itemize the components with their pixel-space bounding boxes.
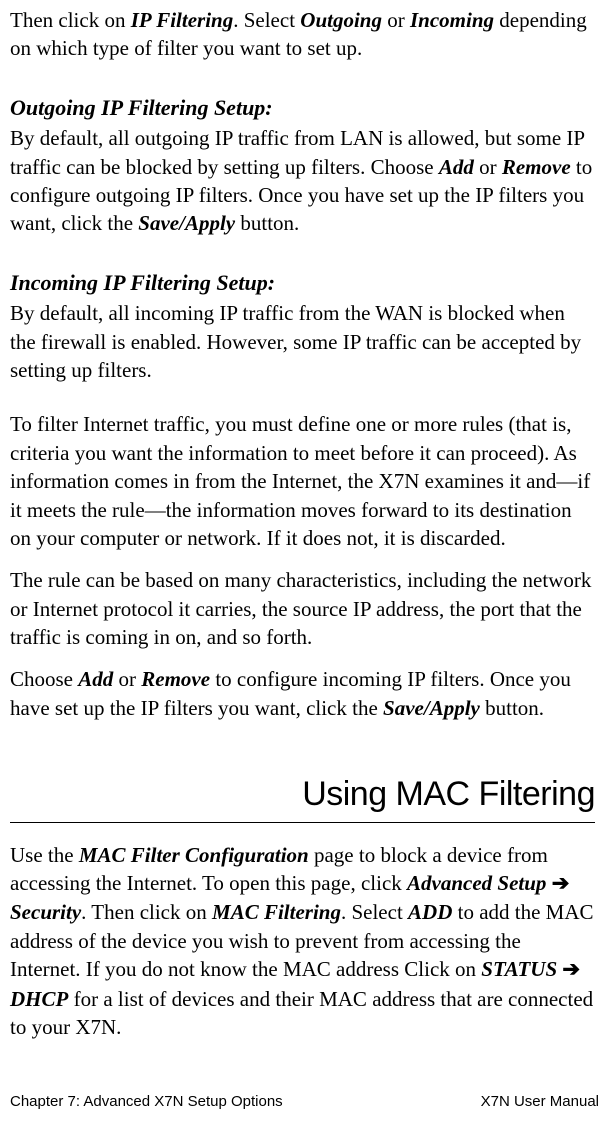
incoming-p1: By default, all incoming IP traffic from… [10, 299, 595, 384]
advanced-setup-label: Advanced Setup [407, 871, 552, 895]
text: Choose [10, 667, 78, 691]
text: . Then click on [81, 900, 212, 924]
remove-label: Remove [141, 667, 210, 691]
add-label: Add [439, 155, 474, 179]
text: . Select [233, 8, 300, 32]
incoming-label: Incoming [410, 8, 494, 32]
incoming-p3: The rule can be based on many characteri… [10, 566, 595, 651]
security-label: Security [10, 900, 81, 924]
arrow-icon: ➔ [552, 872, 570, 895]
footer-left: Chapter 7: Advanced X7N Setup Options [10, 1092, 283, 1112]
save-apply-label: Save/Apply [138, 211, 235, 235]
text: or [382, 8, 410, 32]
text: Then click on [10, 8, 131, 32]
page-footer: Chapter 7: Advanced X7N Setup Options X7… [10, 1092, 599, 1112]
dhcp-label: DHCP [10, 987, 68, 1011]
text: . Select [341, 900, 408, 924]
mac-filter-config-label: MAC Filter Configuration [79, 843, 309, 867]
title-rule [10, 822, 595, 823]
intro-paragraph: Then click on IP Filtering. Select Outgo… [10, 6, 595, 63]
outgoing-paragraph: By default, all outgoing IP traffic from… [10, 124, 595, 237]
save-apply-label: Save/Apply [383, 696, 480, 720]
text: Use the [10, 843, 79, 867]
add-label: Add [78, 667, 113, 691]
mac-paragraph: Use the MAC Filter Configuration page to… [10, 841, 595, 1041]
incoming-p4: Choose Add or Remove to configure incomi… [10, 665, 595, 722]
text: or [113, 667, 141, 691]
text: button. [235, 211, 299, 235]
status-label: STATUS [481, 957, 562, 981]
incoming-p2: To filter Internet traffic, you must def… [10, 410, 595, 552]
arrow-icon: ➔ [562, 958, 580, 981]
mac-filtering-label: MAC Filtering [212, 900, 341, 924]
outgoing-label: Outgoing [300, 8, 382, 32]
add-label-caps: ADD [408, 900, 452, 924]
text: or [474, 155, 502, 179]
text: for a list of devices and their MAC addr… [10, 987, 593, 1039]
page-content: Then click on IP Filtering. Select Outgo… [10, 6, 599, 1041]
outgoing-heading: Outgoing IP Filtering Setup: [10, 93, 595, 123]
incoming-heading: Incoming IP Filtering Setup: [10, 268, 595, 298]
section-title: Using MAC Filtering [10, 772, 595, 818]
ip-filtering-label: IP Filtering [131, 8, 234, 32]
footer-right: X7N User Manual [481, 1092, 599, 1112]
remove-label: Remove [502, 155, 571, 179]
text: button. [480, 696, 544, 720]
